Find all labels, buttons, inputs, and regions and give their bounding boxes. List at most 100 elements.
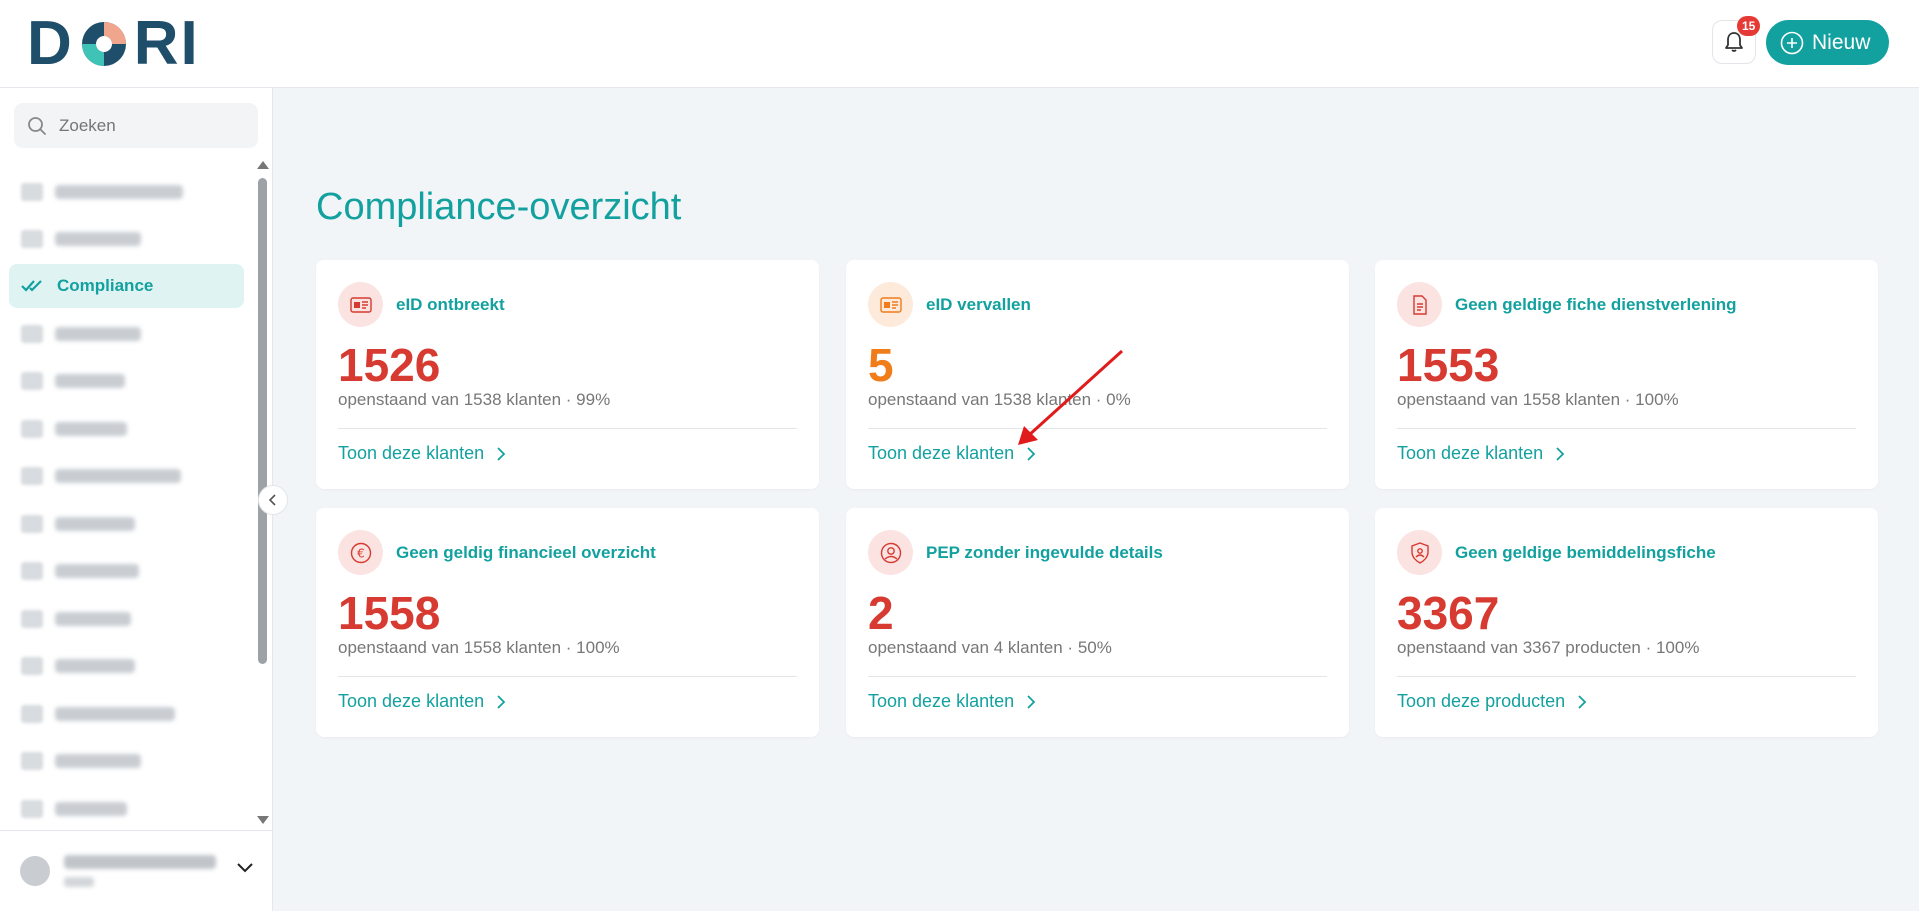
card-count: 2 <box>868 587 894 639</box>
card-count: 1553 <box>1397 339 1500 391</box>
sidebar-item-label-blurred <box>55 706 175 721</box>
card-subtitle: openstaand van 4 klanten · 50% <box>868 638 1112 657</box>
card-subtitle: openstaand van 3367 producten · 100% <box>1397 638 1700 657</box>
card-link-label: Toon deze klanten <box>868 691 1015 711</box>
card-subtitle: openstaand van 1558 klanten · 100% <box>1397 390 1679 409</box>
sidebar-item[interactable] <box>9 310 244 358</box>
sidebar-item[interactable] <box>9 358 244 406</box>
compliance-card: eID ontbreekt 1526 openstaand van 1538 kla… <box>316 260 819 489</box>
sidebar-item[interactable] <box>9 453 244 501</box>
show-customers-link[interactable]: Toon deze producten <box>1397 691 1587 712</box>
scroll-down-arrow[interactable] <box>257 816 269 824</box>
show-customers-link[interactable]: Toon deze klanten <box>338 691 506 712</box>
sidebar-item[interactable] <box>9 738 244 786</box>
sidebar-item-label-blurred <box>55 564 139 579</box>
document-icon <box>1397 282 1442 327</box>
card-header: eID ontbreekt <box>338 282 505 327</box>
notification-count-badge: 15 <box>1737 16 1761 36</box>
chevron-down-icon[interactable] <box>236 861 254 873</box>
search-input[interactable] <box>59 115 239 136</box>
card-divider <box>868 676 1327 677</box>
card-header: Geen geldige fiche dienstverlening <box>1397 282 1737 327</box>
page-title: Compliance-overzicht <box>316 186 682 228</box>
card-link-label: Toon deze klanten <box>1397 443 1544 463</box>
sidebar-item[interactable] <box>9 168 244 216</box>
new-button-label: Nieuw <box>1812 30 1871 54</box>
avatar <box>20 856 50 886</box>
sidebar-collapse-button[interactable] <box>258 485 288 515</box>
sidebar-item[interactable] <box>9 405 244 453</box>
shield-icon <box>1397 530 1442 575</box>
card-divider <box>1397 428 1856 429</box>
sidebar-item-icon <box>21 609 43 628</box>
card-header: eID vervallen <box>868 282 1031 327</box>
card-header: PEP zonder ingevulde details <box>868 530 1163 575</box>
search-icon <box>28 116 46 135</box>
dori-logo[interactable]: D RI <box>27 9 200 78</box>
card-link-label: Toon deze klanten <box>338 443 485 463</box>
chevron-right-icon <box>1578 694 1587 709</box>
sidebar-item[interactable] <box>9 216 244 264</box>
card-title: Geen geldige bemiddelingsfiche <box>1455 542 1716 562</box>
logo-o-icon <box>81 22 126 66</box>
sidebar-item-label-blurred <box>55 659 135 674</box>
sidebar-item-label-blurred <box>55 611 131 626</box>
card-subtitle: openstaand van 1558 klanten · 100% <box>338 638 620 657</box>
logo-letter-d: D <box>27 9 74 78</box>
sidebar-item-icon <box>21 467 43 486</box>
card-title: eID vervallen <box>926 294 1031 314</box>
compliance-card: PEP zonder ingevulde details 2 openstaand … <box>846 508 1349 737</box>
annotation-arrow <box>1018 349 1124 445</box>
new-button[interactable]: Nieuw <box>1766 20 1889 65</box>
sidebar: Compliance <box>0 88 273 911</box>
sidebar-item[interactable] <box>9 785 244 833</box>
sidebar-nav: Compliance <box>9 168 244 833</box>
sidebar-item-label-blurred <box>55 754 141 769</box>
card-divider <box>338 428 797 429</box>
card-link-label: Toon deze klanten <box>868 443 1015 463</box>
card-divider <box>338 676 797 677</box>
card-count: 1558 <box>338 587 441 639</box>
show-customers-link[interactable]: Toon deze klanten <box>1397 443 1565 464</box>
sidebar-scrollbar-thumb[interactable] <box>258 178 267 664</box>
svg-text:€: € <box>357 546 365 560</box>
sidebar-item[interactable] <box>9 595 244 643</box>
user-name-blurred <box>64 855 216 887</box>
sidebar-item-label-blurred <box>55 232 141 247</box>
card-divider <box>1397 676 1856 677</box>
id-card-icon <box>868 282 913 327</box>
sidebar-item-label-blurred <box>55 421 127 436</box>
card-count: 3367 <box>1397 587 1500 639</box>
sidebar-item[interactable] <box>9 500 244 548</box>
sidebar-item[interactable] <box>9 548 244 596</box>
chevron-left-icon <box>268 494 276 506</box>
show-customers-link[interactable]: Toon deze klanten <box>868 691 1036 712</box>
compliance-card: Geen geldige bemiddelingsfiche 3367 openst… <box>1375 508 1878 737</box>
sidebar-item-compliance[interactable]: Compliance <box>9 264 244 308</box>
scroll-up-arrow[interactable] <box>257 161 269 169</box>
sidebar-item-icon <box>21 230 43 249</box>
card-title: Geen geldige fiche dienstverlening <box>1455 294 1737 314</box>
search-box[interactable] <box>14 103 258 148</box>
sidebar-item-icon <box>21 704 43 723</box>
chevron-right-icon <box>497 446 506 461</box>
sidebar-item-icon <box>21 182 43 201</box>
compliance-card: Geen geldige fiche dienstverlening 1553 op… <box>1375 260 1878 489</box>
top-header: D RI 15 Nieuw <box>0 0 1919 88</box>
double-check-icon <box>21 280 42 292</box>
user-profile[interactable] <box>0 830 273 911</box>
card-header: Geen geldige bemiddelingsfiche <box>1397 530 1716 575</box>
chevron-right-icon <box>497 694 506 709</box>
sidebar-item[interactable] <box>9 690 244 738</box>
sidebar-item-label-blurred <box>55 801 127 816</box>
id-card-icon <box>338 282 383 327</box>
sidebar-item-icon <box>21 799 43 818</box>
sidebar-item-label: Compliance <box>57 276 154 295</box>
sidebar-item[interactable] <box>9 643 244 691</box>
show-customers-link[interactable]: Toon deze klanten <box>338 443 506 464</box>
card-header: € Geen geldig financieel overzicht <box>338 530 656 575</box>
sidebar-item-label-blurred <box>55 184 183 199</box>
sidebar-item-label-blurred <box>55 326 141 341</box>
card-link-label: Toon deze klanten <box>338 691 485 711</box>
euro-icon: € <box>338 530 383 575</box>
